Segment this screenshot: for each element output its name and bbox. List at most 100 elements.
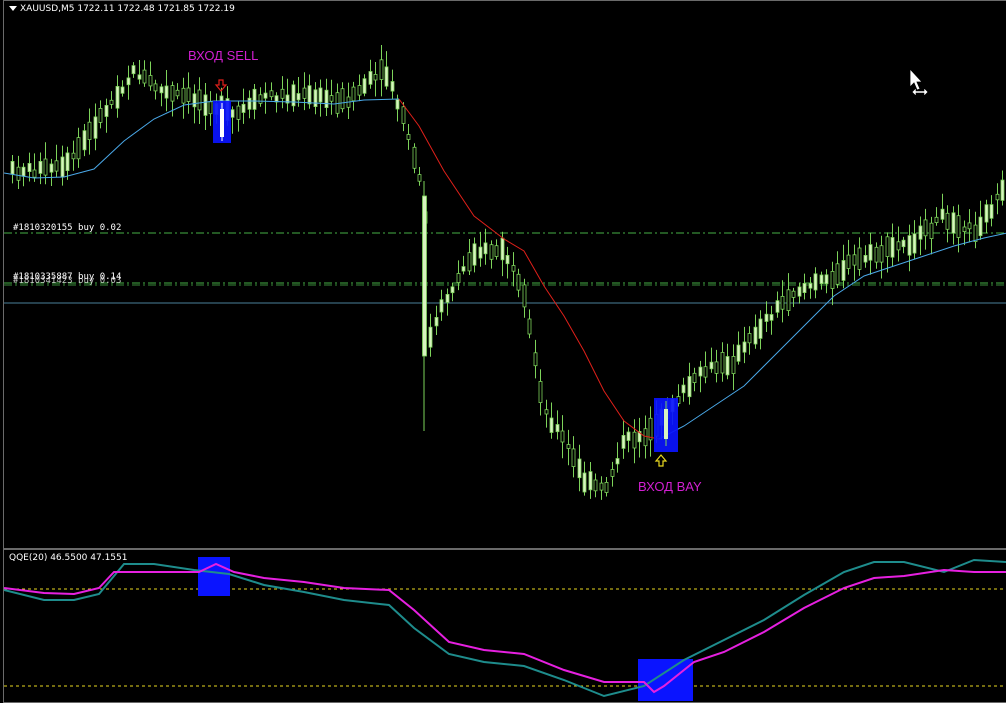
order-lines [4, 232, 1006, 304]
candle-body [549, 417, 554, 433]
candle-body [626, 431, 631, 441]
candle-body [263, 92, 268, 99]
candle-body [126, 77, 131, 86]
qqe-buy-signal-box [638, 659, 693, 701]
candle-body [49, 163, 54, 173]
candle-body [555, 424, 560, 433]
buy-signal-label: ВХОД BAY [638, 479, 702, 494]
candle-body [208, 101, 213, 115]
candle-body [791, 290, 796, 298]
candle-body [560, 430, 565, 443]
candle-body [934, 216, 939, 224]
symbol-quote-text: XAUUSD,M5 1722.11 1722.48 1721.85 1722.1… [20, 4, 235, 14]
candle-body [236, 105, 241, 120]
candle-body [16, 166, 21, 181]
candle-body [538, 381, 543, 404]
candle-body [819, 274, 824, 285]
symbol-header: XAUUSD,M5 1722.11 1722.48 1721.85 1722.1… [9, 4, 235, 14]
candle-body [929, 222, 934, 239]
candle-body [467, 252, 472, 272]
candle-body [610, 469, 615, 477]
candle-body [148, 75, 153, 87]
candle-body [621, 434, 626, 449]
candle-body [38, 160, 43, 174]
candle-body [989, 204, 994, 219]
candle-body [401, 106, 406, 124]
sell-signal-label: ВХОД SELL [188, 48, 259, 63]
mouse-pointer-icon [909, 67, 923, 91]
candle-body [868, 244, 873, 261]
qqe-indicator-canvas[interactable] [4, 550, 1006, 703]
candle-body [758, 318, 763, 339]
candle-body [192, 93, 197, 108]
candle-body [808, 282, 813, 289]
candle-body [269, 90, 274, 98]
candle-body [527, 318, 532, 335]
candles [10, 45, 1005, 500]
candle-body [681, 384, 686, 394]
candle-body [874, 246, 879, 263]
candle-body [533, 352, 538, 367]
candle-body [357, 85, 362, 96]
candle-body [472, 243, 477, 266]
candle-body [923, 219, 928, 237]
candle-body [351, 86, 356, 102]
candle-body [379, 59, 384, 80]
candle-body [725, 356, 730, 376]
qqe-indicator-panel[interactable]: QQE(20) 46.5500 47.1551 [3, 549, 1006, 703]
candle-body [313, 89, 318, 108]
candle-body [329, 95, 334, 102]
order-label-3[interactable]: #1810341423 buy 0.03 [13, 276, 121, 286]
candle-body [890, 237, 895, 258]
candle-body [588, 471, 593, 491]
candle-body [604, 481, 609, 493]
candle-body [736, 344, 741, 362]
candle-body [731, 355, 736, 374]
candle-body [857, 247, 862, 270]
chart-menu-icon[interactable] [9, 6, 17, 11]
candle-body [137, 74, 142, 80]
candle-body [93, 116, 98, 139]
candle-body [252, 88, 257, 110]
candle-body [65, 152, 70, 171]
candle-body [593, 479, 598, 492]
candle-body [142, 69, 147, 84]
candle-body [692, 372, 697, 383]
candle-body [973, 224, 978, 243]
candle-body [258, 94, 263, 104]
candle-body [769, 314, 774, 321]
candle-body [995, 193, 1000, 201]
candle-body [368, 71, 373, 85]
candle-body [478, 246, 483, 259]
candle-body [511, 265, 516, 272]
qqe-fast-line [4, 562, 1006, 694]
candle-body [247, 97, 252, 110]
candle-body [664, 409, 668, 439]
candle-body [456, 273, 461, 284]
candle-body [170, 85, 175, 102]
price-chart-panel[interactable]: XAUUSD,M5 1722.11 1722.48 1721.85 1722.1… [3, 0, 1006, 549]
candle-body [978, 216, 983, 237]
candle-body [698, 366, 703, 377]
price-chart-canvas[interactable] [4, 1, 1006, 549]
candle-body [786, 289, 791, 311]
candle-body [714, 361, 719, 374]
candle-body [962, 226, 967, 232]
candle-body [863, 254, 868, 263]
candle-body [885, 236, 890, 258]
candle-body [461, 266, 466, 272]
candle-body [291, 84, 296, 107]
candle-body [422, 195, 427, 357]
candle-body [753, 326, 758, 345]
order-label-1[interactable]: #1810320155 buy 0.02 [13, 223, 121, 233]
candle-body [280, 88, 285, 99]
candle-body [318, 87, 323, 103]
candle-body [164, 85, 169, 99]
candle-body [324, 89, 329, 108]
candle-body [362, 78, 367, 94]
candle-body [186, 87, 191, 102]
candle-body [384, 66, 389, 87]
candle-body [109, 99, 114, 105]
candle-body [27, 162, 32, 172]
candle-body [940, 208, 945, 220]
